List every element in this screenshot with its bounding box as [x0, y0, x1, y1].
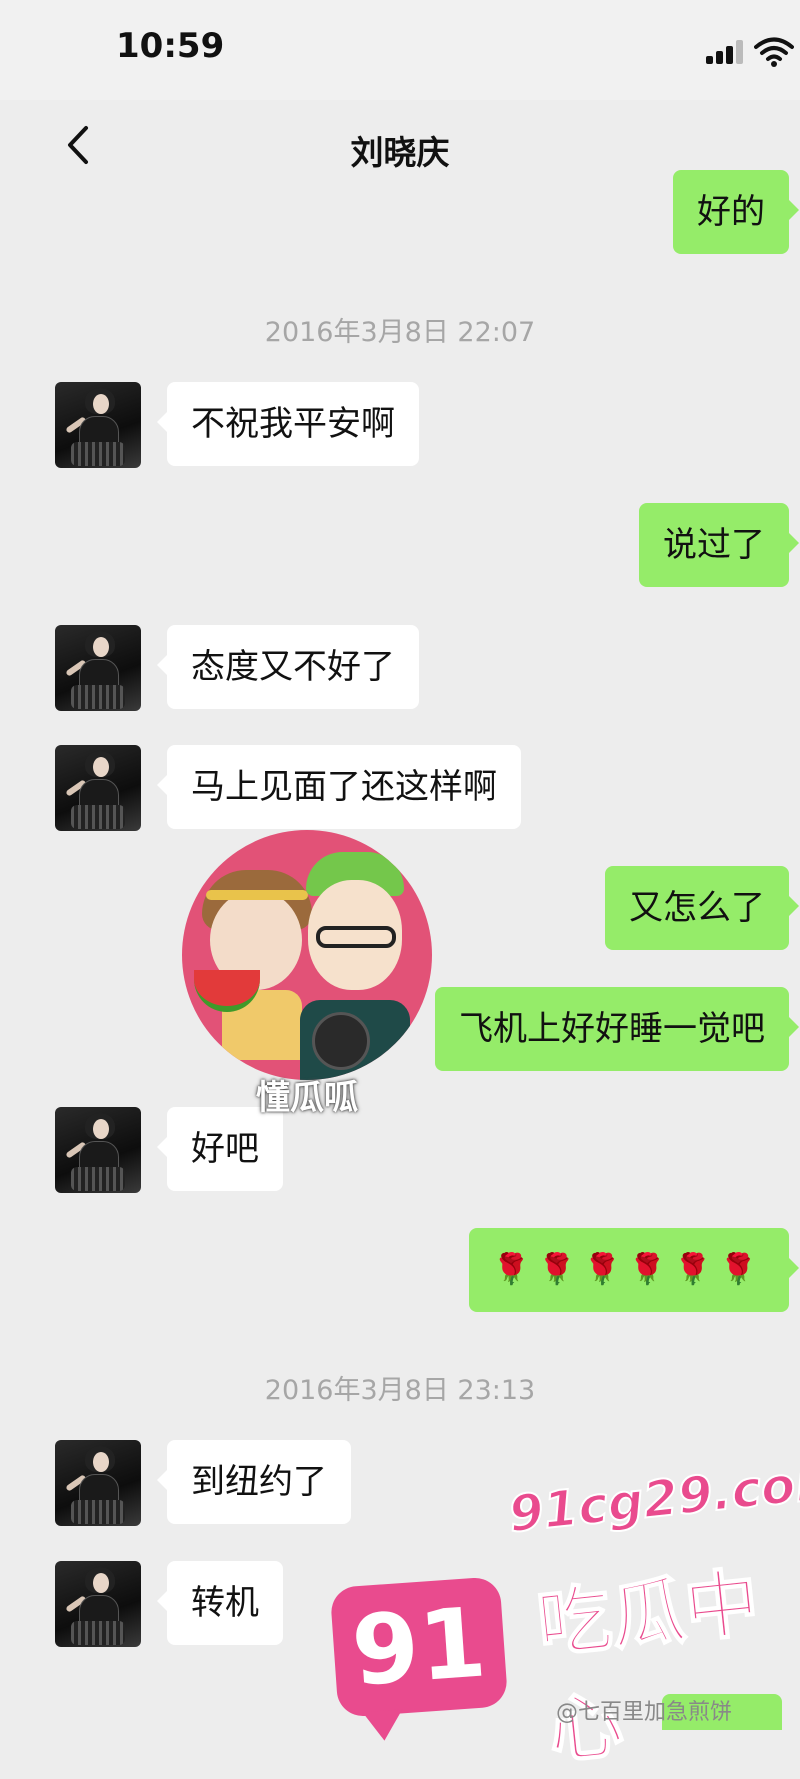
message-sent[interactable]: 又怎么了 [605, 866, 799, 950]
watermark-brand-name: 吃瓜中心 [532, 1559, 764, 1776]
contact-avatar[interactable] [55, 1561, 141, 1647]
contact-avatar[interactable] [55, 745, 141, 831]
status-bar: 10:59 [0, 0, 800, 100]
message-sent-roses[interactable]: 🌹🌹🌹🌹🌹🌹 [468, 1228, 800, 1312]
message-received[interactable]: 好吧 [157, 1107, 283, 1191]
watermark-domain: 91cg29.com [505, 1449, 800, 1544]
watermark-weibo-credit: @七百里加急煎饼 [556, 1700, 733, 1725]
message-received[interactable]: 马上见面了还这样啊 [157, 745, 521, 829]
message-timestamp: 2016年3月8日 22:07 [264, 317, 536, 348]
contact-name: 刘晓庆 [350, 133, 450, 172]
message-timestamp: 2016年3月8日 23:13 [264, 1375, 536, 1406]
status-time: 10:59 [116, 26, 225, 66]
contact-avatar[interactable] [55, 1107, 141, 1193]
message-received[interactable]: 转机 [157, 1561, 283, 1645]
watermark-sticker-image [182, 830, 432, 1080]
wifi-icon [754, 37, 794, 67]
message-sent[interactable]: 飞机上好好睡一觉吧 [435, 987, 799, 1071]
contact-avatar[interactable] [55, 382, 141, 468]
message-sent[interactable]: 好的 [673, 170, 799, 254]
message-received[interactable]: 到纽约了 [157, 1440, 351, 1524]
watermark-logo-number: 91 [348, 1586, 490, 1708]
watermark-sticker-label: 懂瓜呱 [256, 1078, 358, 1118]
cellular-signal-icon [706, 40, 746, 64]
message-sent[interactable]: 说过了 [639, 503, 799, 587]
contact-avatar[interactable] [55, 1440, 141, 1526]
message-received[interactable]: 态度又不好了 [157, 625, 419, 709]
message-received[interactable]: 不祝我平安啊 [157, 382, 419, 466]
contact-avatar[interactable] [55, 625, 141, 711]
